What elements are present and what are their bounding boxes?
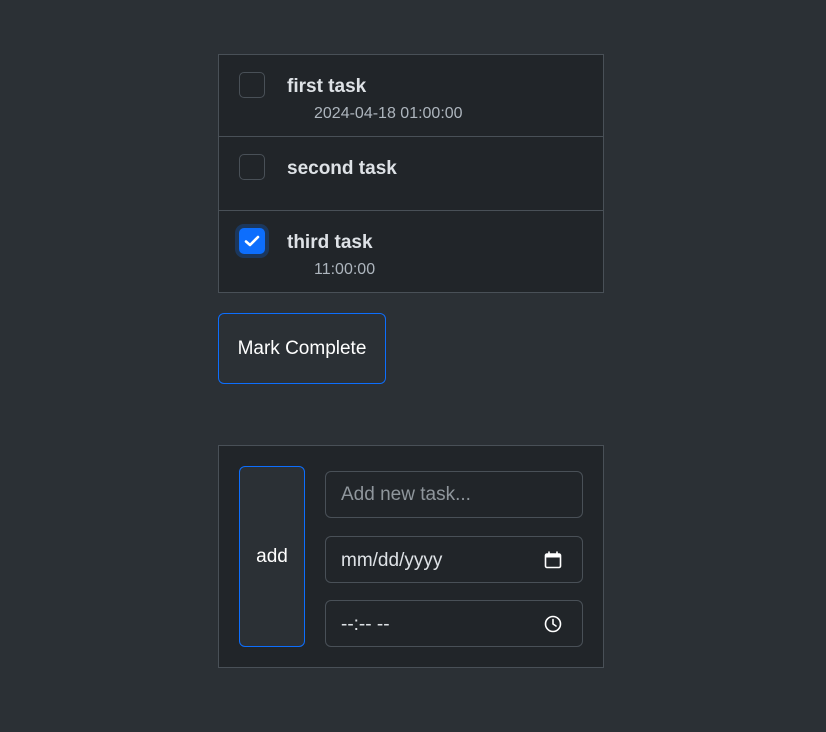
add-task-panel: add mm/dd/yyyy --:-- -- — [218, 445, 604, 668]
checkmark-icon — [244, 235, 260, 247]
task-checkbox[interactable] — [239, 154, 265, 180]
task-title: second task — [287, 158, 397, 179]
calendar-icon[interactable] — [543, 550, 563, 570]
task-title: first task — [287, 76, 367, 97]
task-item: first task 2024-04-18 01:00:00 — [219, 55, 603, 137]
task-item: second task — [219, 137, 603, 211]
date-input[interactable]: mm/dd/yyyy — [325, 536, 583, 583]
task-datetime: 11:00:00 — [314, 261, 376, 278]
task-list: first task 2024-04-18 01:00:00 second ta… — [218, 54, 604, 293]
mark-complete-button[interactable]: Mark Complete — [218, 313, 386, 384]
task-name-field — [325, 471, 583, 518]
task-title: third task — [287, 232, 373, 253]
task-item: third task 11:00:00 — [219, 211, 603, 292]
clock-icon[interactable] — [543, 614, 563, 634]
time-input[interactable]: --:-- -- — [325, 600, 583, 647]
task-name-input[interactable] — [326, 472, 582, 517]
task-datetime: 2024-04-18 01:00:00 — [314, 105, 463, 122]
add-button[interactable]: add — [239, 466, 305, 647]
date-value: mm/dd/yyyy — [341, 550, 443, 571]
task-checkbox-checked[interactable] — [239, 228, 265, 254]
task-checkbox[interactable] — [239, 72, 265, 98]
time-value: --:-- -- — [341, 614, 390, 635]
